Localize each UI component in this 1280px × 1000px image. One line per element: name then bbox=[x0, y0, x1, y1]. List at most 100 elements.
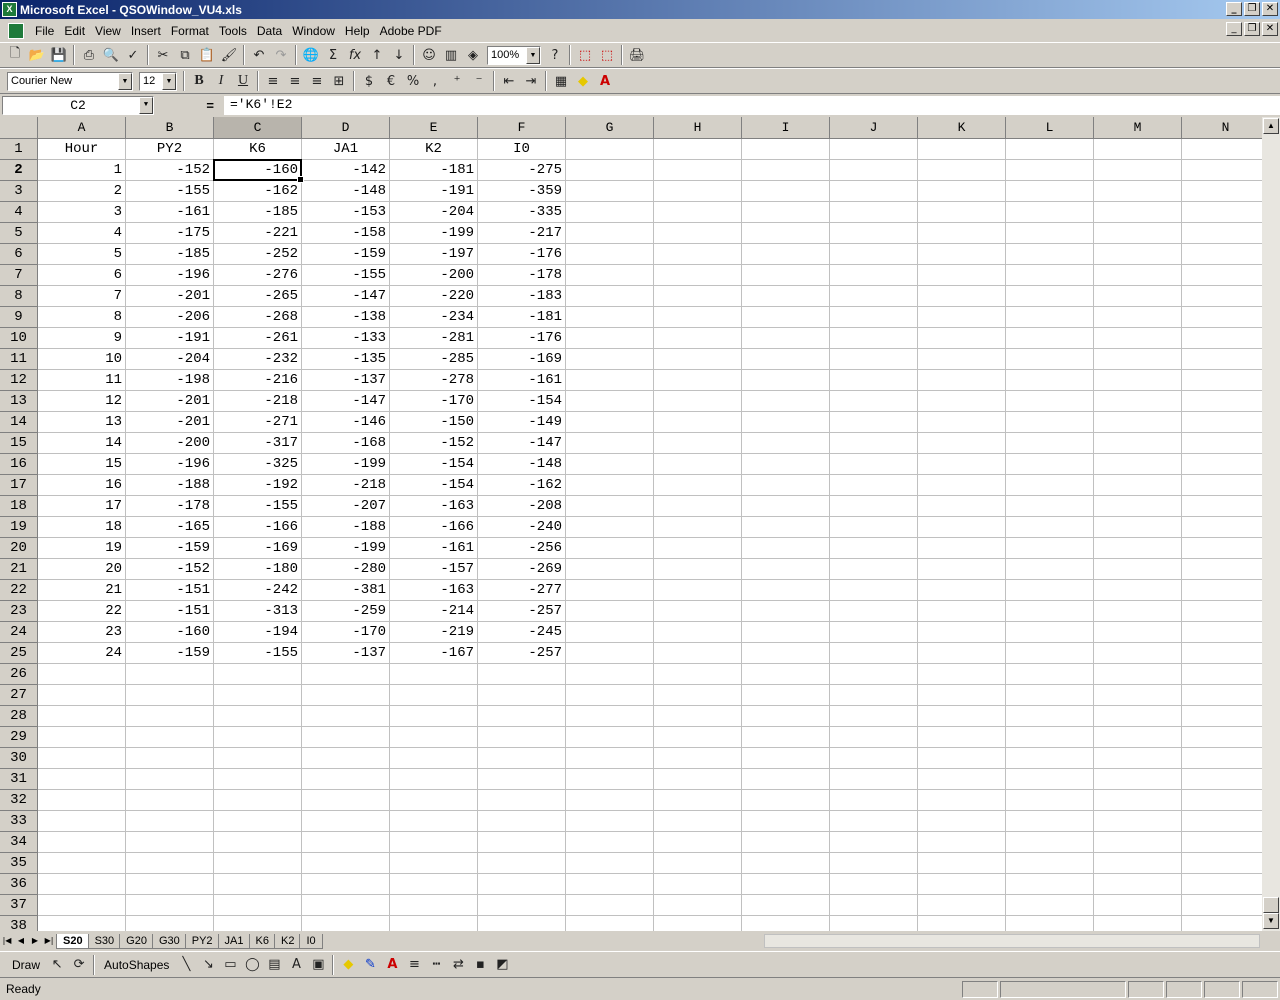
cell[interactable] bbox=[1094, 580, 1182, 601]
cell[interactable] bbox=[742, 895, 830, 916]
cell[interactable] bbox=[1006, 139, 1094, 160]
data-cell[interactable]: -277 bbox=[478, 580, 566, 601]
header-cell[interactable]: K6 bbox=[214, 139, 302, 160]
cell[interactable] bbox=[566, 412, 654, 433]
cell[interactable] bbox=[1094, 412, 1182, 433]
row-header[interactable]: 2 bbox=[0, 160, 38, 181]
cell[interactable] bbox=[390, 895, 478, 916]
cell[interactable] bbox=[1094, 496, 1182, 517]
data-cell[interactable]: -204 bbox=[126, 349, 214, 370]
vertical-scrollbar[interactable]: ▲ ▼ bbox=[1262, 117, 1280, 931]
cell[interactable] bbox=[566, 160, 654, 181]
cell[interactable] bbox=[1094, 769, 1182, 790]
cell[interactable] bbox=[830, 538, 918, 559]
data-cell[interactable]: -176 bbox=[478, 328, 566, 349]
row-header[interactable]: 35 bbox=[0, 853, 38, 874]
data-cell[interactable]: 19 bbox=[38, 538, 126, 559]
cell[interactable] bbox=[566, 181, 654, 202]
cell[interactable] bbox=[1094, 916, 1182, 931]
data-cell[interactable]: -214 bbox=[390, 601, 478, 622]
cell[interactable] bbox=[478, 895, 566, 916]
cell[interactable] bbox=[918, 538, 1006, 559]
cell[interactable] bbox=[1094, 433, 1182, 454]
row-header[interactable]: 19 bbox=[0, 517, 38, 538]
cell[interactable] bbox=[566, 874, 654, 895]
cell[interactable] bbox=[918, 622, 1006, 643]
cell[interactable] bbox=[1006, 601, 1094, 622]
data-cell[interactable]: -207 bbox=[302, 496, 390, 517]
cell[interactable] bbox=[1006, 874, 1094, 895]
cell[interactable] bbox=[478, 853, 566, 874]
cell[interactable] bbox=[38, 685, 126, 706]
cell[interactable] bbox=[1094, 748, 1182, 769]
cell[interactable] bbox=[478, 706, 566, 727]
cell[interactable] bbox=[302, 790, 390, 811]
cell[interactable] bbox=[742, 265, 830, 286]
cell[interactable] bbox=[1094, 139, 1182, 160]
cell[interactable] bbox=[830, 643, 918, 664]
cell[interactable] bbox=[830, 517, 918, 538]
cell[interactable] bbox=[1182, 475, 1262, 496]
data-cell[interactable]: -269 bbox=[478, 559, 566, 580]
3d-icon[interactable]: ◩ bbox=[491, 954, 513, 976]
cell[interactable] bbox=[566, 223, 654, 244]
cell[interactable] bbox=[390, 916, 478, 931]
cell[interactable] bbox=[830, 622, 918, 643]
cell[interactable] bbox=[654, 370, 742, 391]
row-header[interactable]: 15 bbox=[0, 433, 38, 454]
data-cell[interactable]: -201 bbox=[126, 391, 214, 412]
scroll-thumb[interactable] bbox=[1263, 897, 1279, 913]
smiley-icon[interactable]: ☺ bbox=[418, 44, 440, 66]
wordart-icon[interactable]: A bbox=[285, 954, 307, 976]
cell[interactable] bbox=[742, 790, 830, 811]
cell[interactable] bbox=[918, 265, 1006, 286]
chevron-down-icon[interactable]: ▼ bbox=[526, 46, 540, 64]
row-header[interactable]: 23 bbox=[0, 601, 38, 622]
cell[interactable] bbox=[654, 160, 742, 181]
row-header[interactable]: 12 bbox=[0, 370, 38, 391]
cell[interactable] bbox=[918, 853, 1006, 874]
row-header[interactable]: 17 bbox=[0, 475, 38, 496]
cell[interactable] bbox=[38, 874, 126, 895]
currency-icon[interactable]: $ bbox=[358, 70, 380, 92]
cell[interactable] bbox=[390, 874, 478, 895]
cell[interactable] bbox=[830, 832, 918, 853]
new-icon[interactable]: 🗋 bbox=[4, 44, 26, 66]
data-cell[interactable]: -218 bbox=[302, 475, 390, 496]
cell[interactable] bbox=[566, 727, 654, 748]
cell[interactable] bbox=[1006, 286, 1094, 307]
cell[interactable] bbox=[830, 811, 918, 832]
column-header[interactable]: N bbox=[1182, 117, 1262, 139]
cell[interactable] bbox=[478, 748, 566, 769]
cell[interactable] bbox=[830, 433, 918, 454]
text-box-icon[interactable]: ▤ bbox=[263, 954, 285, 976]
worksheet-grid[interactable]: A B C D E F G H I J K L M N 1 Hour PY2 K6 JA1 K2 I0 2 1 -152 -16… bbox=[0, 117, 1262, 931]
cell[interactable] bbox=[1182, 265, 1262, 286]
header-cell[interactable]: JA1 bbox=[302, 139, 390, 160]
underline-icon[interactable]: U bbox=[232, 70, 254, 92]
row-header[interactable]: 21 bbox=[0, 559, 38, 580]
cell[interactable] bbox=[126, 685, 214, 706]
header-cell[interactable]: I0 bbox=[478, 139, 566, 160]
minimize-button[interactable]: _ bbox=[1226, 2, 1242, 16]
cell[interactable] bbox=[742, 685, 830, 706]
cell[interactable] bbox=[742, 370, 830, 391]
data-cell[interactable]: 4 bbox=[38, 223, 126, 244]
cell[interactable] bbox=[38, 727, 126, 748]
cell[interactable] bbox=[1006, 370, 1094, 391]
cell[interactable] bbox=[126, 832, 214, 853]
cell[interactable] bbox=[654, 748, 742, 769]
cell[interactable] bbox=[1182, 139, 1262, 160]
data-cell[interactable]: -181 bbox=[390, 160, 478, 181]
cell[interactable] bbox=[742, 433, 830, 454]
scroll-down-icon[interactable]: ▼ bbox=[1263, 913, 1279, 929]
help-icon[interactable]: ? bbox=[544, 44, 566, 66]
cell[interactable] bbox=[742, 160, 830, 181]
cell[interactable] bbox=[1006, 475, 1094, 496]
cell[interactable] bbox=[654, 811, 742, 832]
cell[interactable] bbox=[830, 685, 918, 706]
cell[interactable] bbox=[1182, 727, 1262, 748]
autoshapes-menu[interactable]: AutoShapes bbox=[98, 958, 175, 972]
cell[interactable] bbox=[1094, 286, 1182, 307]
sheet-tab-s20[interactable]: S20 bbox=[56, 933, 90, 949]
